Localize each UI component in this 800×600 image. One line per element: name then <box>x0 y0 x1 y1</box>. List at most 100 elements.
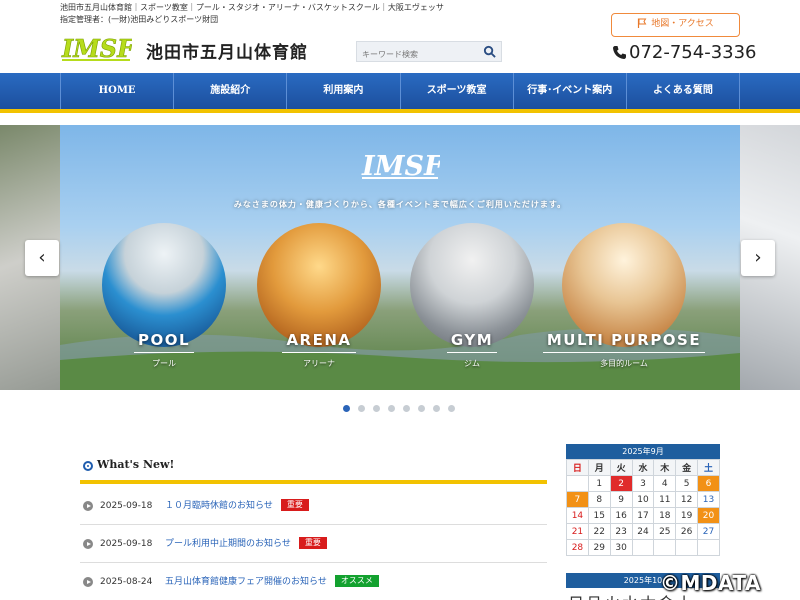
pool-title: POOL <box>133 331 195 353</box>
next-slide-button[interactable]: › <box>741 240 775 276</box>
news-target-icon <box>83 461 93 471</box>
nav-usage-guide[interactable]: 利用案内 <box>286 73 399 109</box>
calendar-day <box>697 539 720 556</box>
calendar-day <box>631 539 655 556</box>
weekday-header: 日 <box>568 590 584 600</box>
calendar-day <box>653 539 677 556</box>
calendar-day: 25 <box>653 523 677 540</box>
calendar-day: 12 <box>675 491 699 508</box>
search-icon[interactable] <box>483 45 496 58</box>
nav-home[interactable]: HOME <box>60 73 173 109</box>
news-header: What's New! <box>80 456 547 484</box>
weekday-header: 土 <box>697 459 720 476</box>
access-button[interactable]: 地図・アクセス <box>611 13 740 37</box>
phone-icon <box>613 46 626 59</box>
calendar-day: 28 <box>566 539 589 556</box>
arena-caption: ARENA アリーナ <box>257 330 381 369</box>
gym-photo[interactable] <box>410 223 534 347</box>
weekday-header: 日 <box>566 459 589 476</box>
nav-faq[interactable]: よくある質問 <box>625 73 741 109</box>
news-item[interactable]: 2025-08-24 五月山体育館健康フェア開催のお知らせ オススメ <box>80 563 547 600</box>
slider-dot[interactable] <box>403 405 410 412</box>
calendar-day: 19 <box>675 507 699 524</box>
weekday-header: 月 <box>586 590 602 600</box>
pool-caption: POOL プール <box>102 330 226 369</box>
search-input[interactable] <box>357 45 477 64</box>
calendar-day: 3 <box>631 475 655 492</box>
gym-subtitle: ジム <box>464 359 480 368</box>
slide-imsf-logo: IMSF <box>361 151 440 181</box>
arena-title: ARENA <box>282 331 356 353</box>
calendar-day: 23 <box>609 523 633 540</box>
slider-dot[interactable] <box>373 405 380 412</box>
calendar-day <box>566 475 589 492</box>
news-item[interactable]: 2025-09-18 １０月臨時休館のお知らせ 重要 <box>80 487 547 525</box>
arena-subtitle: アリーナ <box>303 359 335 368</box>
calendar-day: 6 <box>697 475 720 492</box>
calendar-day: 24 <box>631 523 655 540</box>
play-bullet-icon <box>83 539 93 549</box>
chevron-left-icon: ‹ <box>38 247 46 268</box>
slider-dot[interactable] <box>358 405 365 412</box>
calendar-day: 14 <box>566 507 589 524</box>
calendar-day: 7 <box>566 491 589 508</box>
multipurpose-photo[interactable] <box>562 223 686 347</box>
important-badge: 重要 <box>298 537 327 549</box>
news-item[interactable]: 2025-09-18 プール利用中止期間のお知らせ 重要 <box>80 525 547 563</box>
pool-subtitle: プール <box>152 359 176 368</box>
phone-number[interactable]: 072-754-3336 <box>612 42 757 63</box>
calendar-day: 29 <box>587 539 611 556</box>
slider-dot[interactable] <box>448 405 455 412</box>
calendar-september: 2025年9月 日月火水木金土 1 2 3 4 5 6 7 8 9 10 11 12 13 14 15 16 17… <box>566 444 720 556</box>
calendar-day: 21 <box>566 523 589 540</box>
calendar-day: 5 <box>675 475 699 492</box>
calendar-day: 15 <box>587 507 611 524</box>
recommended-badge: オススメ <box>334 575 379 587</box>
hero-slide[interactable]: IMSF みなさまの体力・健康づくりから、各種イベントまで幅広くご利用いただけま… <box>60 125 740 390</box>
main-nav: HOME 施設紹介 利用案内 スポーツ教室 行事･イベント案内 よくある質問 <box>0 73 800 113</box>
calendar-day: 27 <box>697 523 720 540</box>
calendar-title: 2025年9月 <box>566 444 720 459</box>
calendar-day: 13 <box>697 491 720 508</box>
calendar-day: 10 <box>631 491 655 508</box>
imsf-logo[interactable]: IMSF <box>60 34 132 62</box>
weekday-header: 火 <box>604 590 620 600</box>
nav-sports-classes[interactable]: スポーツ教室 <box>399 73 513 109</box>
arena-photo[interactable] <box>257 223 381 347</box>
nav-facilities[interactable]: 施設紹介 <box>173 73 286 109</box>
calendar-day: 20 <box>697 507 720 524</box>
weekday-header: 木 <box>640 590 656 600</box>
play-bullet-icon <box>83 577 93 587</box>
multipurpose-title: MULTI PURPOSE <box>542 331 706 353</box>
calendar-day: 8 <box>587 491 611 508</box>
gym-caption: GYM ジム <box>410 330 534 369</box>
header-topnote: 池田市五月山体育館｜スポーツ教室｜プール・スタジオ・アリーナ・バスケットスクール… <box>60 2 444 26</box>
weekday-header: 水 <box>622 590 638 600</box>
access-label: 地図・アクセス <box>651 19 714 29</box>
calendar-day <box>675 539 699 556</box>
slider-dot[interactable] <box>388 405 395 412</box>
nav-events[interactable]: 行事･イベント案内 <box>512 73 626 109</box>
slider-dot[interactable] <box>418 405 425 412</box>
slider-dot[interactable] <box>343 405 350 412</box>
calendar-day: 9 <box>609 491 633 508</box>
prev-slide-button[interactable]: ‹ <box>25 240 59 276</box>
pool-photo[interactable] <box>102 223 226 347</box>
weekday-header: 金 <box>675 459 699 476</box>
topnote-line1: 池田市五月山体育館｜スポーツ教室｜プール・スタジオ・アリーナ・バスケットスクール… <box>60 3 444 12</box>
site-title[interactable]: 池田市五月山体育館 <box>146 38 308 63</box>
slider-dots <box>343 405 455 412</box>
news-link[interactable]: プール利用中止期間のお知らせ <box>165 539 291 549</box>
calendar-day: 18 <box>653 507 677 524</box>
slide-tagline: みなさまの体力・健康づくりから、各種イベントまで幅広くご利用いただけます。 <box>233 200 567 209</box>
news-link[interactable]: 五月山体育館健康フェア開催のお知らせ <box>165 577 327 587</box>
calendar-day: 22 <box>587 523 611 540</box>
news-date: 2025-09-18 <box>100 501 153 511</box>
multipurpose-caption: MULTI PURPOSE 多目的ルーム <box>542 330 706 369</box>
weekday-header: 月 <box>587 459 611 476</box>
weekday-header: 火 <box>609 459 633 476</box>
search-box <box>356 41 502 64</box>
news-link[interactable]: １０月臨時休館のお知らせ <box>165 501 273 511</box>
weekday-header: 水 <box>631 459 655 476</box>
slider-dot[interactable] <box>433 405 440 412</box>
